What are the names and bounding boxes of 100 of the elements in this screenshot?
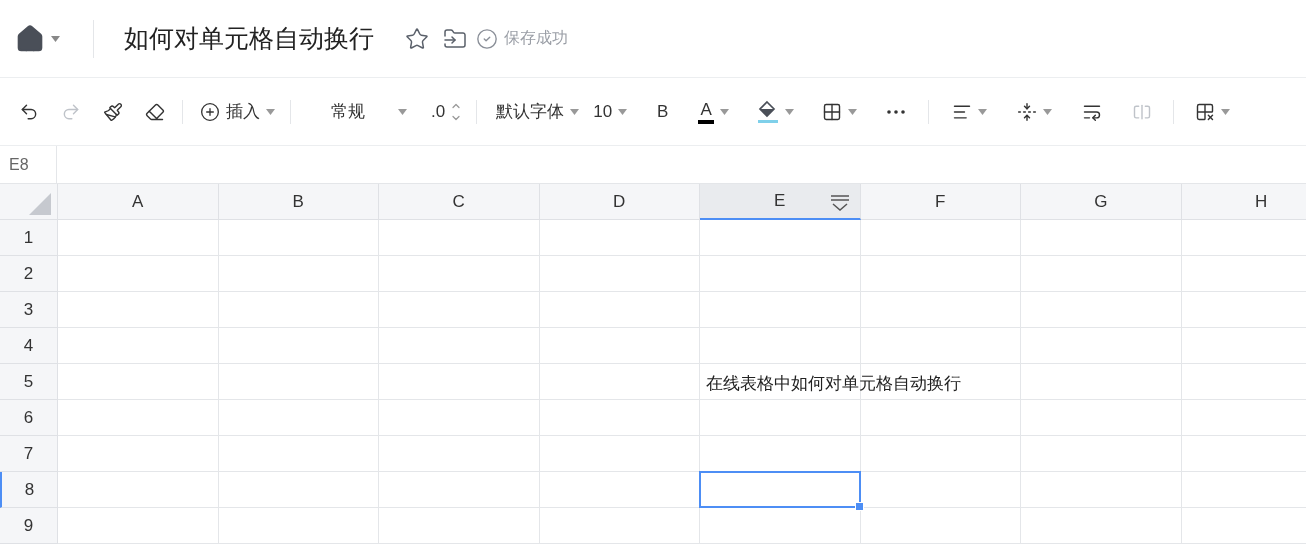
- row-header[interactable]: 6: [0, 400, 58, 436]
- grid-cell[interactable]: [860, 292, 1021, 328]
- paint-bucket-icon: [756, 99, 779, 124]
- grid-cell[interactable]: [539, 256, 700, 292]
- grid-cell[interactable]: [860, 508, 1021, 544]
- grid-cell[interactable]: [1021, 328, 1182, 364]
- row-header[interactable]: 2: [0, 256, 58, 292]
- freeze-grid-icon: [1194, 101, 1215, 122]
- grid-cell[interactable]: [58, 364, 219, 400]
- grid-cell[interactable]: [218, 256, 379, 292]
- grid-cell[interactable]: [539, 292, 700, 328]
- fill-handle[interactable]: [854, 502, 864, 511]
- row-header[interactable]: 3: [0, 292, 58, 328]
- home-icon: [15, 23, 45, 54]
- document-title: 如何对单元格自动换行: [124, 23, 374, 54]
- insert-button[interactable]: 插入: [195, 96, 280, 127]
- grid-cell[interactable]: [218, 292, 379, 328]
- selected-cell[interactable]: [699, 471, 861, 508]
- caret-icon: [847, 108, 857, 115]
- grid-cell[interactable]: [539, 328, 700, 364]
- grid-cell[interactable]: [218, 508, 379, 544]
- grid-cell[interactable]: [218, 364, 379, 400]
- row-header[interactable]: 4: [0, 328, 58, 364]
- grid-cell[interactable]: [218, 220, 379, 256]
- caret-icon: [570, 108, 580, 115]
- caret-icon: [1042, 108, 1052, 115]
- grid-cell[interactable]: [700, 220, 861, 256]
- grid-cell[interactable]: [700, 256, 861, 292]
- grid-cell[interactable]: [218, 328, 379, 364]
- grid-cell[interactable]: [1021, 472, 1182, 508]
- grid-cell[interactable]: [58, 472, 219, 508]
- grid-cell[interactable]: [379, 364, 540, 400]
- grid-icon: [821, 101, 842, 122]
- grid-cell[interactable]: [1021, 256, 1182, 292]
- grid-cell[interactable]: [539, 400, 700, 436]
- caret-icon: [1220, 108, 1230, 115]
- column-header[interactable]: D: [539, 184, 700, 220]
- column-header[interactable]: C: [379, 184, 540, 220]
- grid-cell[interactable]: [379, 292, 540, 328]
- caret-icon: [266, 108, 275, 115]
- row-header[interactable]: 8: [0, 472, 58, 508]
- grid-cell[interactable]: [379, 472, 540, 508]
- grid-cell[interactable]: [379, 256, 540, 292]
- grid-cell[interactable]: [1021, 220, 1182, 256]
- grid-cell[interactable]: [1021, 436, 1182, 472]
- grid-cell[interactable]: [218, 400, 379, 436]
- row-header[interactable]: 7: [0, 436, 58, 472]
- column-header[interactable]: H: [1181, 184, 1306, 220]
- row-header[interactable]: 5: [0, 364, 58, 400]
- grid-cell[interactable]: [218, 472, 379, 508]
- cell-name-box[interactable]: E8: [0, 146, 57, 183]
- grid-cell[interactable]: [58, 400, 219, 436]
- grid-cell[interactable]: [1021, 400, 1182, 436]
- grid-cell[interactable]: [700, 508, 861, 544]
- grid-cell[interactable]: [700, 400, 861, 436]
- grid-cell[interactable]: [700, 328, 861, 364]
- grid-cell[interactable]: [58, 436, 219, 472]
- grid-cell[interactable]: [1021, 292, 1182, 328]
- font-size-dropdown[interactable]: 10: [588, 97, 633, 126]
- grid-cell[interactable]: [58, 328, 219, 364]
- grid-cell[interactable]: [58, 256, 219, 292]
- grid-cell[interactable]: [860, 436, 1021, 472]
- grid-cell[interactable]: [379, 508, 540, 544]
- font-dropdown[interactable]: 默认字体: [491, 96, 585, 127]
- grid-cell[interactable]: [58, 508, 219, 544]
- grid-cell[interactable]: [58, 220, 219, 256]
- column-header[interactable]: A: [58, 184, 219, 220]
- select-all-corner[interactable]: [0, 184, 58, 220]
- font-color-button[interactable]: A: [693, 95, 734, 128]
- bold-button[interactable]: B: [652, 97, 674, 126]
- save-status: 保存成功: [504, 28, 568, 48]
- grid-cell[interactable]: [860, 400, 1021, 436]
- caret-icon: [977, 108, 987, 115]
- grid-cell[interactable]: [539, 508, 700, 544]
- grid-cell[interactable]: [218, 436, 379, 472]
- grid-cell[interactable]: [1021, 364, 1182, 400]
- grid-cell[interactable]: [860, 328, 1021, 364]
- grid-cell[interactable]: [379, 436, 540, 472]
- row-header[interactable]: 9: [0, 508, 58, 544]
- plus-circle-icon: [200, 101, 220, 122]
- column-header[interactable]: G: [1021, 184, 1182, 220]
- grid-cell[interactable]: [58, 292, 219, 328]
- column-header[interactable]: B: [218, 184, 379, 220]
- row-header[interactable]: 1: [0, 220, 58, 256]
- grid-cell[interactable]: [379, 220, 540, 256]
- grid-cell[interactable]: [860, 364, 1021, 400]
- grid-cell[interactable]: [539, 364, 700, 400]
- column-header[interactable]: F: [860, 184, 1021, 220]
- grid-cell[interactable]: [860, 220, 1021, 256]
- grid-cell[interactable]: [379, 400, 540, 436]
- grid-cell[interactable]: [379, 328, 540, 364]
- grid-cell[interactable]: [1021, 508, 1182, 544]
- grid-cell[interactable]: [539, 220, 700, 256]
- grid-cell[interactable]: [539, 436, 700, 472]
- decimal-button[interactable]: .0: [426, 97, 451, 126]
- column-header[interactable]: E: [700, 184, 861, 220]
- number-format-dropdown[interactable]: 常规: [299, 96, 412, 127]
- filter-icon[interactable]: [829, 194, 850, 212]
- grid-cell[interactable]: [860, 256, 1021, 292]
- grid-cell[interactable]: [700, 292, 861, 328]
